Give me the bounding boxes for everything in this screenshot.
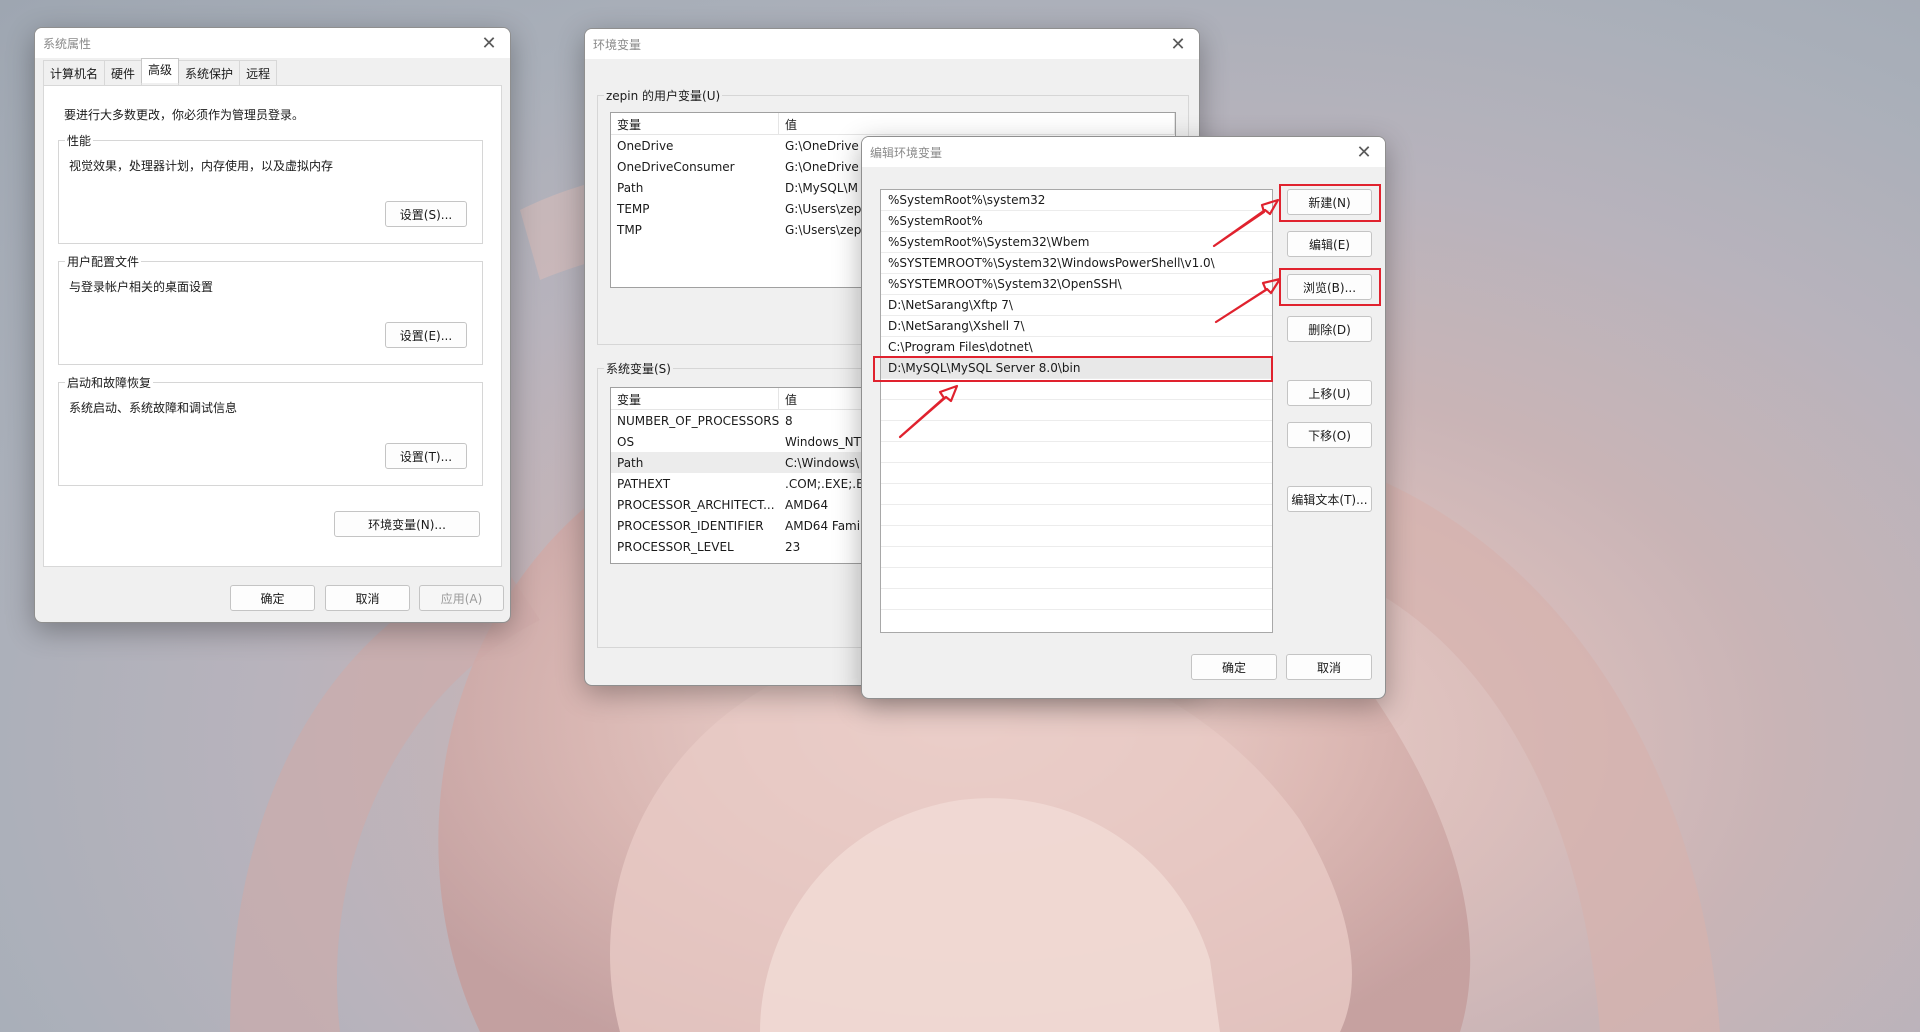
path-entry[interactable]: %SystemRoot%\System32\Wbem bbox=[881, 232, 1272, 253]
group-description: 与登录帐户相关的桌面设置 bbox=[69, 280, 214, 294]
empty-row[interactable] bbox=[881, 421, 1272, 442]
empty-row[interactable] bbox=[881, 526, 1272, 547]
var-value: 8 bbox=[785, 413, 793, 428]
edit-button[interactable]: 编辑(E) bbox=[1287, 231, 1372, 257]
var-value: AMD64 Famil bbox=[785, 518, 864, 533]
admin-notice: 要进行大多数更改，你必须作为管理员登录。 bbox=[64, 108, 305, 122]
var-value: Windows_NT bbox=[785, 434, 861, 449]
empty-row[interactable] bbox=[881, 589, 1272, 610]
column-header-variable[interactable]: 变量 bbox=[611, 388, 779, 409]
tab-remote[interactable]: 远程 bbox=[239, 60, 278, 86]
empty-row[interactable] bbox=[881, 484, 1272, 505]
path-entry[interactable]: %SYSTEMROOT%\System32\WindowsPowerShell\… bbox=[881, 253, 1272, 274]
group-label: 性能 bbox=[65, 132, 94, 149]
system-properties-titlebar[interactable]: 系统属性 ✕ bbox=[35, 28, 510, 58]
group-label: 启动和故障恢复 bbox=[65, 374, 154, 391]
close-icon[interactable]: ✕ bbox=[476, 32, 502, 54]
cancel-button[interactable]: 取消 bbox=[325, 585, 410, 611]
move-up-button[interactable]: 上移(U) bbox=[1287, 380, 1372, 406]
tab-advanced[interactable]: 高级 bbox=[141, 58, 180, 83]
tab-computer-name[interactable]: 计算机名 bbox=[43, 60, 106, 86]
new-button[interactable]: 新建(N) bbox=[1287, 189, 1372, 215]
list-header: 变量 值 bbox=[611, 113, 1175, 135]
path-entry[interactable]: %SystemRoot%\system32 bbox=[881, 190, 1272, 211]
move-down-button[interactable]: 下移(O) bbox=[1287, 422, 1372, 448]
empty-row[interactable] bbox=[881, 442, 1272, 463]
var-name: OS bbox=[617, 434, 635, 449]
path-entries-list[interactable]: %SystemRoot%\system32 %SystemRoot% %Syst… bbox=[880, 189, 1273, 633]
var-name: OneDriveConsumer bbox=[617, 159, 735, 174]
var-value: AMD64 bbox=[785, 497, 829, 512]
path-entry[interactable]: %SystemRoot% bbox=[881, 211, 1272, 232]
tab-system-protection[interactable]: 系统保护 bbox=[178, 60, 241, 86]
empty-row[interactable] bbox=[881, 505, 1272, 526]
tab-hardware[interactable]: 硬件 bbox=[104, 60, 143, 86]
var-value: 23 bbox=[785, 539, 801, 554]
group-description: 系统启动、系统故障和调试信息 bbox=[69, 401, 238, 415]
cancel-button[interactable]: 取消 bbox=[1286, 654, 1372, 680]
environment-variables-titlebar[interactable]: 环境变量 ✕ bbox=[585, 29, 1199, 59]
close-icon[interactable]: ✕ bbox=[1165, 33, 1191, 55]
window-title: 环境变量 bbox=[593, 37, 642, 52]
ok-button[interactable]: 确定 bbox=[230, 585, 315, 611]
path-entry-selected[interactable]: D:\MySQL\MySQL Server 8.0\bin bbox=[881, 358, 1272, 379]
path-entry[interactable]: C:\Program Files\dotnet\ bbox=[881, 337, 1272, 358]
empty-row[interactable] bbox=[881, 379, 1272, 400]
var-name: PROCESSOR_ARCHITECT... bbox=[617, 497, 775, 512]
delete-button[interactable]: 删除(D) bbox=[1287, 316, 1372, 342]
var-value: D:\MySQL\M bbox=[785, 180, 858, 195]
var-name: PROCESSOR_IDENTIFIER bbox=[617, 518, 764, 533]
var-name: PROCESSOR_LEVEL bbox=[617, 539, 734, 554]
empty-row[interactable] bbox=[881, 400, 1272, 421]
close-icon[interactable]: ✕ bbox=[1351, 141, 1377, 163]
group-label: zepin 的用户变量(U) bbox=[604, 87, 723, 104]
var-value: G:\Users\zep bbox=[785, 222, 862, 237]
path-entry[interactable]: %SYSTEMROOT%\System32\OpenSSH\ bbox=[881, 274, 1272, 295]
apply-button[interactable]: 应用(A) bbox=[419, 585, 504, 611]
empty-row[interactable] bbox=[881, 463, 1272, 484]
system-properties-window: 系统属性 ✕ 计算机名 硬件 高级 系统保护 远程 要进行大多数更改，你必须作为… bbox=[34, 27, 511, 623]
var-name: TMP bbox=[617, 222, 642, 237]
var-name: OneDrive bbox=[617, 138, 674, 153]
edit-text-button[interactable]: 编辑文本(T)... bbox=[1287, 486, 1372, 512]
environment-variables-button[interactable]: 环境变量(N)... bbox=[334, 511, 480, 537]
user-profiles-settings-button[interactable]: 设置(E)... bbox=[385, 322, 467, 348]
edit-env-titlebar[interactable]: 编辑环境变量 ✕ bbox=[862, 137, 1385, 167]
var-value: G:\Users\zep bbox=[785, 201, 862, 216]
window-title: 编辑环境变量 bbox=[870, 145, 943, 160]
var-value: .COM;.EXE;.B bbox=[785, 476, 865, 491]
var-name: PATHEXT bbox=[617, 476, 671, 491]
var-name: Path bbox=[617, 455, 644, 470]
group-label: 系统变量(S) bbox=[604, 360, 673, 377]
performance-settings-button[interactable]: 设置(S)... bbox=[385, 201, 467, 227]
user-profiles-group: 用户配置文件 与登录帐户相关的桌面设置 设置(E)... bbox=[58, 253, 483, 365]
var-value: G:\OneDrive bbox=[785, 159, 859, 174]
group-label: 用户配置文件 bbox=[65, 253, 142, 270]
column-header-variable[interactable]: 变量 bbox=[611, 113, 779, 134]
var-value: G:\OneDrive bbox=[785, 138, 859, 153]
path-entry[interactable]: D:\NetSarang\Xshell 7\ bbox=[881, 316, 1272, 337]
ok-button[interactable]: 确定 bbox=[1191, 654, 1277, 680]
edit-environment-variable-window: 编辑环境变量 ✕ %SystemRoot%\system32 %SystemRo… bbox=[861, 136, 1386, 699]
empty-row[interactable] bbox=[881, 568, 1272, 589]
path-entry[interactable]: D:\NetSarang\Xftp 7\ bbox=[881, 295, 1272, 316]
group-description: 视觉效果，处理器计划，内存使用，以及虚拟内存 bbox=[69, 159, 334, 173]
performance-group: 性能 视觉效果，处理器计划，内存使用，以及虚拟内存 设置(S)... bbox=[58, 132, 483, 244]
var-value: C:\Windows\ bbox=[785, 455, 860, 470]
column-header-value[interactable]: 值 bbox=[779, 113, 1175, 134]
var-name: Path bbox=[617, 180, 644, 195]
var-name: NUMBER_OF_PROCESSORS bbox=[617, 413, 779, 428]
tab-strip: 计算机名 硬件 高级 系统保护 远程 bbox=[43, 58, 278, 86]
browse-button[interactable]: 浏览(B)... bbox=[1287, 274, 1372, 300]
var-name: TEMP bbox=[617, 201, 650, 216]
advanced-tab-pane: 要进行大多数更改，你必须作为管理员登录。 性能 视觉效果，处理器计划，内存使用，… bbox=[43, 85, 502, 567]
startup-recovery-settings-button[interactable]: 设置(T)... bbox=[385, 443, 467, 469]
startup-recovery-group: 启动和故障恢复 系统启动、系统故障和调试信息 设置(T)... bbox=[58, 374, 483, 486]
empty-row[interactable] bbox=[881, 547, 1272, 568]
window-title: 系统属性 bbox=[43, 36, 92, 51]
